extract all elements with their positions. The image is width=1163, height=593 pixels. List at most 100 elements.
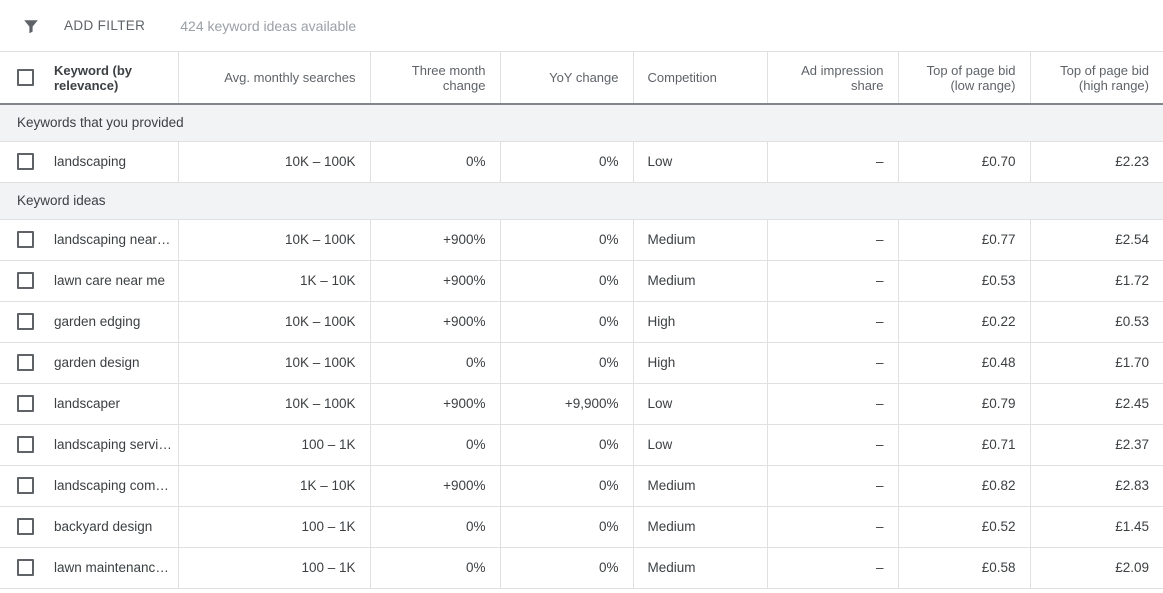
row-checkbox-wrap[interactable] <box>0 436 54 453</box>
table-row[interactable]: landscaping near me 10K – 100K +900% 0% … <box>0 219 1163 260</box>
row-checkbox-wrap[interactable] <box>0 313 54 330</box>
cell-three-month-change: 0% <box>370 141 500 182</box>
column-header-keyword[interactable]: Keyword (by relevance) <box>0 52 178 104</box>
row-checkbox[interactable] <box>17 272 34 289</box>
filter-funnel-icon[interactable] <box>20 15 42 37</box>
cell-ad-impression-share: – <box>767 424 898 465</box>
row-checkbox-wrap[interactable] <box>0 231 54 248</box>
cell-keyword[interactable]: garden edging <box>0 301 178 342</box>
cell-avg-monthly-searches: 1K – 10K <box>178 465 370 506</box>
cell-keyword[interactable]: lawn care near me <box>0 260 178 301</box>
cell-yoy-change: 0% <box>500 424 633 465</box>
row-checkbox[interactable] <box>17 395 34 412</box>
keyword-text: backyard design <box>54 519 152 534</box>
cell-keyword[interactable]: garden design <box>0 342 178 383</box>
cell-keyword[interactable]: landscaping service… <box>0 424 178 465</box>
cell-three-month-change: 0% <box>370 342 500 383</box>
cell-bid-low: £0.71 <box>898 424 1030 465</box>
cell-yoy-change: 0% <box>500 301 633 342</box>
section-header-row: Keywords that you provided <box>0 104 1163 141</box>
row-checkbox-wrap[interactable] <box>0 395 54 412</box>
row-checkbox-wrap[interactable] <box>0 354 54 371</box>
cell-avg-monthly-searches: 100 – 1K <box>178 547 370 588</box>
row-checkbox[interactable] <box>17 436 34 453</box>
cell-bid-high: £2.23 <box>1030 141 1163 182</box>
cell-three-month-change: +900% <box>370 383 500 424</box>
row-checkbox[interactable] <box>17 354 34 371</box>
row-checkbox[interactable] <box>17 153 34 170</box>
select-all-checkbox-wrap[interactable] <box>0 69 54 86</box>
column-header-avg-monthly-searches[interactable]: Avg. monthly searches <box>178 52 370 104</box>
cell-ad-impression-share: – <box>767 141 898 182</box>
cell-yoy-change: 0% <box>500 547 633 588</box>
table-row[interactable]: garden edging 10K – 100K +900% 0% High –… <box>0 301 1163 342</box>
cell-bid-high: £2.54 <box>1030 219 1163 260</box>
cell-keyword[interactable]: landscaper <box>0 383 178 424</box>
column-header-yoy-change[interactable]: YoY change <box>500 52 633 104</box>
section-title: Keyword ideas <box>0 182 1163 219</box>
row-checkbox[interactable] <box>17 518 34 535</box>
table-row[interactable]: lawn maintenance … 100 – 1K 0% 0% Medium… <box>0 547 1163 588</box>
cell-three-month-change: 0% <box>370 547 500 588</box>
column-header-three-month-change[interactable]: Three month change <box>370 52 500 104</box>
cell-three-month-change: +900% <box>370 465 500 506</box>
cell-keyword[interactable]: landscaping compa… <box>0 465 178 506</box>
filter-toolbar: ADD FILTER 424 keyword ideas available <box>0 0 1163 52</box>
cell-yoy-change: 0% <box>500 506 633 547</box>
keyword-text: garden design <box>54 355 140 370</box>
cell-bid-high: £2.37 <box>1030 424 1163 465</box>
table-header: Keyword (by relevance) Avg. monthly sear… <box>0 52 1163 104</box>
cell-keyword[interactable]: landscaping near me <box>0 219 178 260</box>
row-checkbox-wrap[interactable] <box>0 272 54 289</box>
keyword-text: landscaping near me <box>54 232 172 247</box>
table-row[interactable]: landscaping 10K – 100K 0% 0% Low – £0.70… <box>0 141 1163 182</box>
keyword-text: garden edging <box>54 314 140 329</box>
cell-competition: Low <box>633 383 767 424</box>
keyword-text: lawn care near me <box>54 273 165 288</box>
cell-three-month-change: +900% <box>370 219 500 260</box>
row-checkbox[interactable] <box>17 313 34 330</box>
cell-three-month-change: +900% <box>370 301 500 342</box>
table-row[interactable]: backyard design 100 – 1K 0% 0% Medium – … <box>0 506 1163 547</box>
column-header-competition[interactable]: Competition <box>633 52 767 104</box>
column-header-top-of-page-bid-low[interactable]: Top of page bid (low range) <box>898 52 1030 104</box>
keyword-planner-ideas-view: ADD FILTER 424 keyword ideas available K… <box>0 0 1163 593</box>
keyword-text: landscaping compa… <box>54 478 172 493</box>
table-row[interactable]: garden design 10K – 100K 0% 0% High – £0… <box>0 342 1163 383</box>
table-row[interactable]: landscaper 10K – 100K +900% +9,900% Low … <box>0 383 1163 424</box>
keyword-text: landscaper <box>54 396 120 411</box>
row-checkbox[interactable] <box>17 559 34 576</box>
cell-ad-impression-share: – <box>767 465 898 506</box>
cell-bid-low: £0.53 <box>898 260 1030 301</box>
cell-keyword[interactable]: backyard design <box>0 506 178 547</box>
table-row[interactable]: landscaping service… 100 – 1K 0% 0% Low … <box>0 424 1163 465</box>
cell-bid-high: £0.53 <box>1030 301 1163 342</box>
column-header-top-of-page-bid-high[interactable]: Top of page bid (high range) <box>1030 52 1163 104</box>
row-checkbox-wrap[interactable] <box>0 518 54 535</box>
cell-competition: Medium <box>633 465 767 506</box>
cell-avg-monthly-searches: 100 – 1K <box>178 424 370 465</box>
cell-competition: High <box>633 301 767 342</box>
cell-keyword[interactable]: landscaping <box>0 141 178 182</box>
cell-ad-impression-share: – <box>767 383 898 424</box>
table-row[interactable]: lawn care near me 1K – 10K +900% 0% Medi… <box>0 260 1163 301</box>
table-row[interactable]: landscaping compa… 1K – 10K +900% 0% Med… <box>0 465 1163 506</box>
cell-bid-high: £1.45 <box>1030 506 1163 547</box>
cell-three-month-change: +900% <box>370 260 500 301</box>
cell-competition: Medium <box>633 506 767 547</box>
cell-competition: Medium <box>633 260 767 301</box>
row-checkbox-wrap[interactable] <box>0 559 54 576</box>
cell-keyword[interactable]: lawn maintenance … <box>0 547 178 588</box>
row-checkbox[interactable] <box>17 231 34 248</box>
keyword-ideas-table: Keyword (by relevance) Avg. monthly sear… <box>0 52 1163 589</box>
header-row: Keyword (by relevance) Avg. monthly sear… <box>0 52 1163 104</box>
cell-avg-monthly-searches: 10K – 100K <box>178 219 370 260</box>
select-all-checkbox[interactable] <box>17 69 34 86</box>
add-filter-button[interactable]: ADD FILTER <box>64 18 145 33</box>
cell-yoy-change: 0% <box>500 141 633 182</box>
row-checkbox-wrap[interactable] <box>0 153 54 170</box>
row-checkbox-wrap[interactable] <box>0 477 54 494</box>
column-header-ad-impression-share[interactable]: Ad impression share <box>767 52 898 104</box>
row-checkbox[interactable] <box>17 477 34 494</box>
cell-ad-impression-share: – <box>767 506 898 547</box>
